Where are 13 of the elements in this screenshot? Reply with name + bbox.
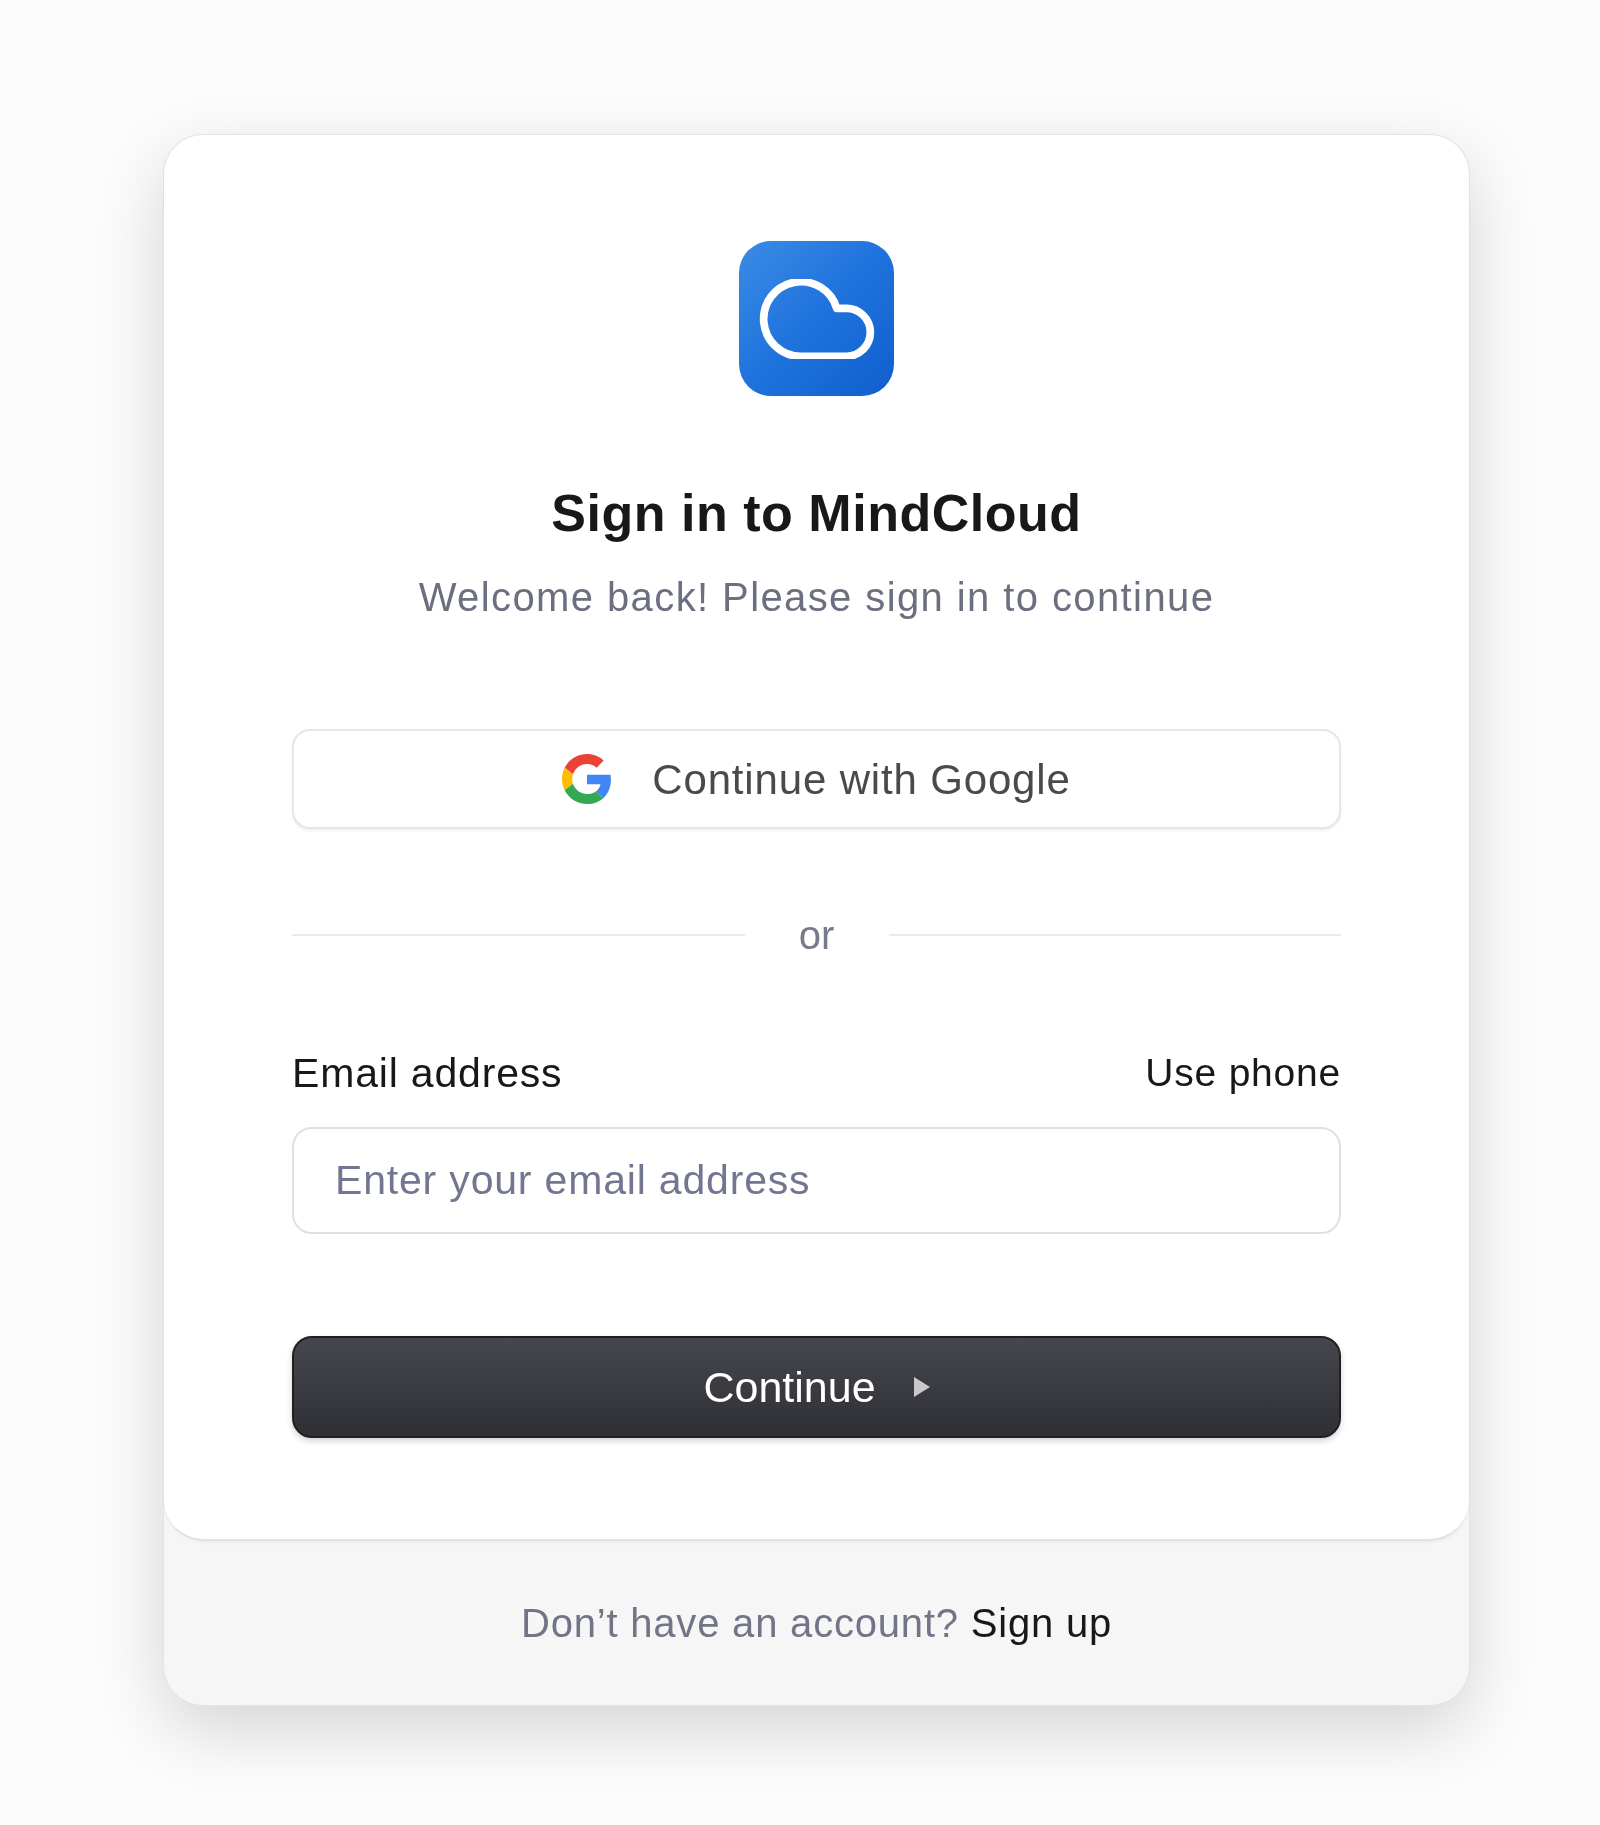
google-sign-in-button[interactable]: Continue with Google: [292, 729, 1341, 829]
g-logo-icon: [562, 754, 613, 804]
play-icon: [913, 1377, 930, 1397]
sign-up-prompt: Don’t have an account? Sign up: [520, 1600, 1113, 1647]
continue-button[interactable]: Continue: [292, 1336, 1341, 1438]
cloud-logo-icon: [739, 241, 894, 396]
page-subtitle: Welcome back! Please sign in to continue: [418, 574, 1215, 621]
sign-up-link[interactable]: Sign up: [970, 1601, 1113, 1645]
email-label: Email address: [292, 1049, 563, 1097]
use-phone-link[interactable]: Use phone: [1145, 1049, 1341, 1097]
email-input[interactable]: Enter your email address: [292, 1127, 1341, 1234]
page-title: Sign in to MindCloud: [551, 483, 1082, 543]
divider-label: or: [797, 912, 836, 959]
